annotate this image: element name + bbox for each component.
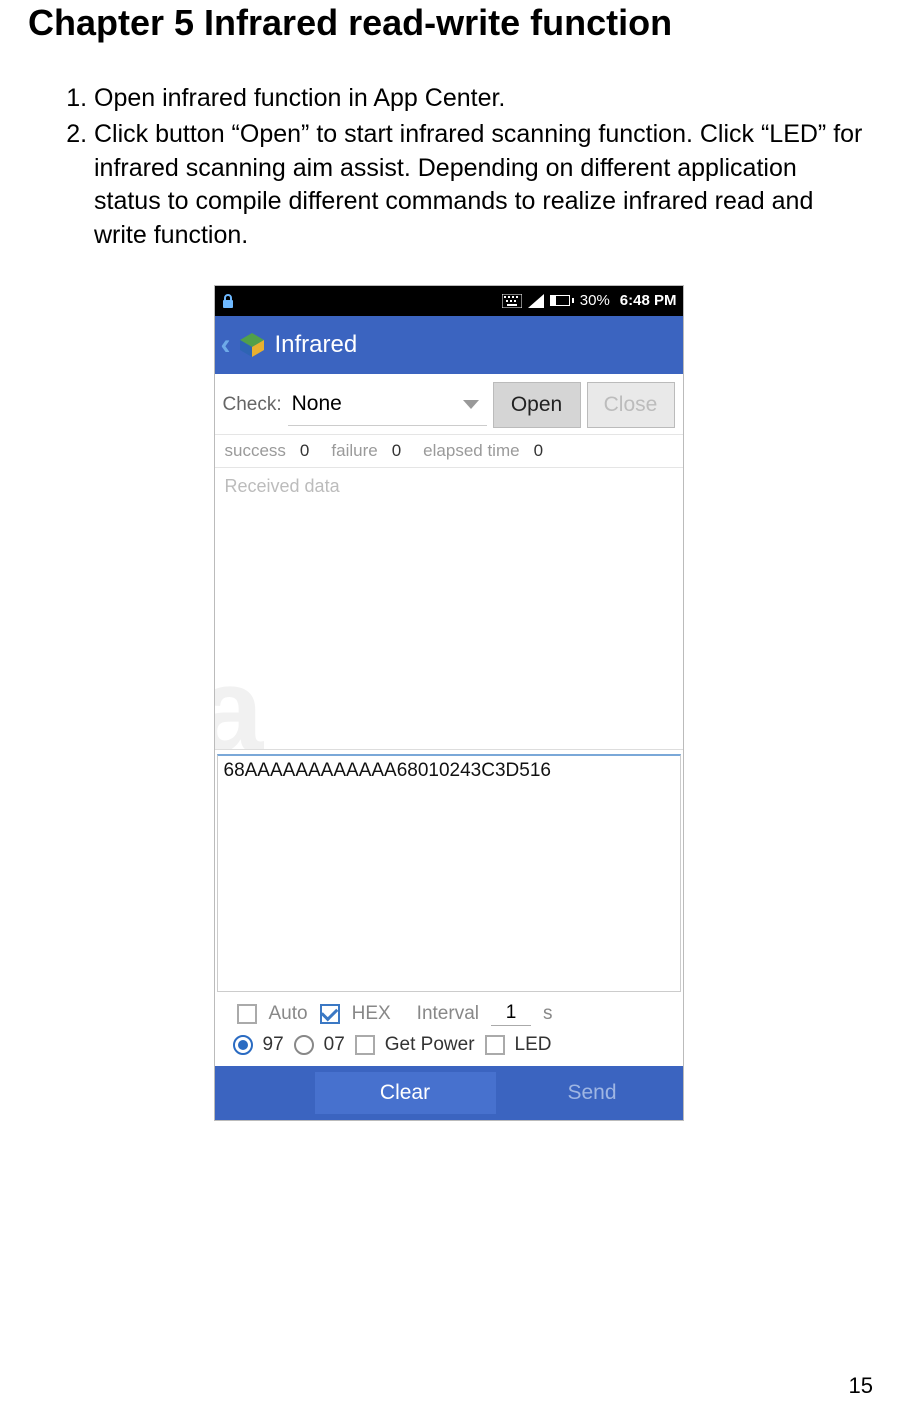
options-row-2: 97 07 Get Power LED (215, 1030, 683, 1066)
send-data-box[interactable]: 68AAAAAAAAAAAA68010243C3D516 (217, 754, 681, 992)
clear-button[interactable]: Clear (315, 1072, 496, 1114)
keyboard-icon (502, 294, 522, 308)
signal-icon (528, 294, 544, 308)
hex-checkbox[interactable] (320, 1004, 340, 1024)
stats-row: success 0 failure 0 elapsed time 0 (215, 435, 683, 468)
watermark: a (215, 641, 264, 750)
instruction-item: Open infrared function in App Center. (94, 82, 869, 116)
radio-07-label: 07 (324, 1034, 345, 1056)
check-value: None (292, 392, 342, 416)
getpower-label: Get Power (385, 1034, 475, 1056)
instruction-item: Click button “Open” to start infrared sc… (94, 118, 869, 253)
radio-07[interactable] (294, 1035, 314, 1055)
received-data-box[interactable]: Received data a (215, 468, 683, 750)
getpower-checkbox[interactable] (355, 1035, 375, 1055)
check-label: Check: (223, 394, 282, 416)
radio-97[interactable] (233, 1035, 253, 1055)
android-status-bar: 30% 6:48 PM (215, 286, 683, 316)
app-header: ‹ Infrared (215, 316, 683, 374)
open-button[interactable]: Open (493, 382, 581, 428)
dropdown-icon (463, 400, 479, 409)
success-value: 0 (300, 441, 309, 461)
close-button[interactable]: Close (587, 382, 675, 428)
instruction-list: Open infrared function in App Center. Cl… (28, 82, 869, 253)
elapsed-value: 0 (534, 441, 543, 461)
android-screenshot: 30% 6:48 PM ‹ Infrared Check: None Open … (214, 285, 684, 1121)
failure-value: 0 (392, 441, 401, 461)
failure-label: failure (331, 441, 377, 461)
app-logo-icon (237, 330, 267, 360)
back-icon[interactable]: ‹ (221, 328, 231, 362)
bottom-button-row: Clear Send (215, 1066, 683, 1120)
hex-label: HEX (352, 1003, 391, 1025)
app-title: Infrared (275, 331, 358, 359)
elapsed-label: elapsed time (423, 441, 519, 461)
received-data-placeholder: Received data (225, 476, 340, 496)
interval-input[interactable] (491, 1002, 531, 1026)
control-row: Check: None Open Close (215, 374, 683, 435)
battery-percent: 30% (580, 292, 610, 309)
lock-icon (221, 293, 235, 309)
chapter-title: Chapter 5 Infrared read-write function (28, 2, 869, 44)
led-label: LED (515, 1034, 552, 1056)
radio-97-label: 97 (263, 1034, 284, 1056)
status-time: 6:48 PM (620, 292, 677, 309)
battery-icon (550, 295, 574, 306)
send-data-value: 68AAAAAAAAAAAA68010243C3D516 (224, 760, 551, 781)
interval-unit: s (543, 1003, 553, 1025)
options-row-1: Auto HEX Interval s (215, 992, 683, 1030)
led-checkbox[interactable] (485, 1035, 505, 1055)
auto-label: Auto (269, 1003, 308, 1025)
send-button[interactable]: Send (502, 1066, 683, 1120)
check-spinner[interactable]: None (288, 384, 487, 426)
page-number: 15 (849, 1373, 873, 1399)
auto-checkbox[interactable] (237, 1004, 257, 1024)
interval-label: Interval (417, 1003, 479, 1025)
success-label: success (225, 441, 286, 461)
